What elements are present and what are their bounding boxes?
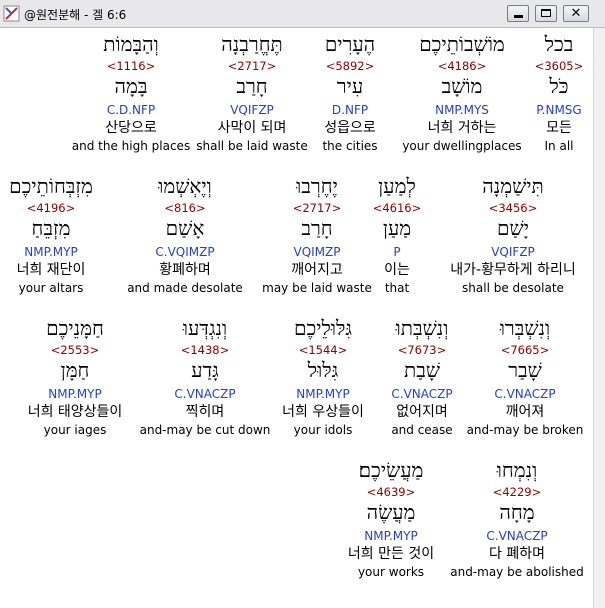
korean-gloss: 깨어지고 bbox=[291, 262, 343, 278]
strong-number[interactable]: <4196> bbox=[0, 201, 119, 215]
lemma: מַעֲשֶׂה bbox=[366, 500, 416, 524]
app-icon bbox=[3, 5, 20, 22]
maximize-button[interactable] bbox=[535, 5, 557, 22]
strong-number[interactable]: <4229> bbox=[449, 485, 585, 499]
english-gloss: and-may be abolished bbox=[450, 565, 584, 579]
english-gloss: your idols bbox=[293, 423, 353, 437]
hebrew-word: תִּישַׁמְנָה bbox=[482, 174, 544, 198]
word-cell[interactable]: וְנִמְחוּ <4229> מָחָה C.VNACZP 다 폐하며 and-may… bbox=[449, 458, 585, 582]
word-cell[interactable]: וְיֶאְשְׁמוּ <816> אָשַׁם C.VQIMZP 황폐하며 and m… bbox=[117, 174, 253, 298]
hebrew-word: יֶחֶרְבוּ bbox=[296, 174, 338, 198]
korean-gloss: 황폐하며 bbox=[159, 262, 211, 278]
word-cell[interactable]: מַעֲשֵׂיכֶם׃ <4639> מַעֲשֶׂה NMP.MYP 너희 만든 것… bbox=[323, 458, 459, 582]
lemma: מִזְבֵּחַ bbox=[31, 216, 71, 240]
analysis-panel: בכל <3605> כֹּל P.NMSG 모든 In all מוֹשְׁבוֹתֵיכ… bbox=[0, 28, 593, 608]
close-button[interactable]: ✕ bbox=[563, 5, 589, 22]
word-cell[interactable]: מִזְבְּחוֹתֵיכֶם <4196> מִזְבֵּחַ NMP.MYP 너희… bbox=[0, 174, 119, 298]
korean-gloss: 산당으로 bbox=[105, 120, 157, 136]
korean-gloss: 너희 태양상들이 bbox=[27, 404, 123, 420]
hebrew-word: וְיֶאְשְׁמוּ bbox=[158, 174, 212, 198]
korean-gloss: 내가-황무하게 하리니 bbox=[450, 262, 576, 278]
hebrew-word: חַמָּנֵיכֶם bbox=[46, 316, 104, 340]
word-cell[interactable]: חַמָּנֵיכֶם <2553> חַמָּן NMP.MYP 너희 태양상들이 yo… bbox=[7, 316, 143, 440]
strong-number[interactable]: <2553> bbox=[7, 343, 143, 357]
lemma: חַמָּן bbox=[60, 358, 90, 382]
strong-number[interactable]: <2717> bbox=[249, 201, 385, 215]
english-gloss: your works bbox=[357, 565, 425, 579]
strong-number[interactable]: <2717> bbox=[184, 59, 320, 73]
english-gloss: shall be desolate bbox=[462, 281, 564, 295]
korean-gloss: 찍히며 bbox=[185, 404, 225, 420]
morphology-code: C.VQIMZP bbox=[155, 245, 215, 259]
korean-gloss: 너희 만든 것이 bbox=[347, 546, 435, 562]
hebrew-word: תֶּחֱרַבְנָה bbox=[221, 32, 283, 56]
word-cell[interactable]: יֶחֶרְבוּ <2717> חָרַב VQIMZP 깨어지고 may be lai… bbox=[249, 174, 385, 298]
lemma: גִּלּוּל bbox=[307, 358, 339, 382]
hebrew-word: גִּלּוּלֵיכֶם bbox=[294, 316, 352, 340]
lemma: חָרַב bbox=[236, 74, 268, 98]
word-cell[interactable]: וְנִגְדְּעוּ <1438> גָּדַע C.VNACZP 찍히며 and-m… bbox=[137, 316, 273, 440]
english-gloss: and made desolate bbox=[127, 281, 243, 295]
morphology-code: NMP.MYP bbox=[364, 529, 418, 543]
english-gloss: shall be laid waste bbox=[196, 139, 308, 153]
lemma: חָרַב bbox=[301, 216, 333, 240]
title-bar: @원전분해 - 겔 6:6 ✕ bbox=[0, 0, 605, 28]
korean-gloss: 너희 재단이 bbox=[16, 262, 86, 278]
minimize-icon bbox=[514, 15, 523, 18]
minimize-button[interactable] bbox=[507, 5, 529, 22]
lemma: יָשַׁם bbox=[497, 216, 529, 240]
lemma: גָּדַע bbox=[191, 358, 219, 382]
morphology-code: NMP.MYP bbox=[24, 245, 78, 259]
english-gloss: and-may be cut down bbox=[139, 423, 271, 437]
word-cell[interactable]: תֶּחֱרַבְנָה <2717> חָרַב VQIFZP 사막이 되며 shall… bbox=[184, 32, 320, 156]
word-cell[interactable]: וְהַבָּמוֹת <1116> בָּמָה C.D.NFP 산당으로 and th… bbox=[63, 32, 199, 156]
morphology-code: NMP.MYP bbox=[296, 387, 350, 401]
english-gloss: your iages bbox=[43, 423, 107, 437]
strong-number[interactable]: <3456> bbox=[445, 201, 581, 215]
korean-gloss: 사막이 되며 bbox=[217, 120, 287, 136]
morphology-code: C.VNACZP bbox=[486, 529, 548, 543]
word-cell[interactable]: גִּלּוּלֵיכֶם <1544> גִּלּוּל NMP.MYP 너희 우상들… bbox=[255, 316, 391, 440]
english-gloss: and the high places bbox=[71, 139, 191, 153]
morphology-code: C.D.NFP bbox=[106, 103, 156, 117]
english-gloss: your altars bbox=[18, 281, 84, 295]
lemma: אָשַׁם bbox=[165, 216, 205, 240]
close-icon: ✕ bbox=[570, 6, 582, 21]
strong-number[interactable]: <1544> bbox=[255, 343, 391, 357]
lemma: מָחָה bbox=[499, 500, 535, 524]
korean-gloss: 다 폐하며 bbox=[489, 546, 545, 562]
strong-number[interactable]: <4639> bbox=[323, 485, 459, 499]
hebrew-word: וְהַבָּמוֹת bbox=[103, 32, 159, 56]
vertical-scrollbar[interactable] bbox=[593, 28, 605, 608]
strong-number[interactable]: <1116> bbox=[63, 59, 199, 73]
hebrew-word: וְנִמְחוּ bbox=[496, 458, 538, 482]
strong-number[interactable]: <1438> bbox=[137, 343, 273, 357]
morphology-code: C.VNACZP bbox=[174, 387, 236, 401]
morphology-code: VQIMZP bbox=[293, 245, 341, 259]
hebrew-word: מִזְבְּחוֹתֵיכֶם bbox=[9, 174, 93, 198]
morphology-code: VQIFZP bbox=[491, 245, 535, 259]
korean-gloss: 너희 우상들이 bbox=[282, 404, 364, 420]
strong-number[interactable]: <816> bbox=[117, 201, 253, 215]
morphology-code: NMP.MYP bbox=[48, 387, 102, 401]
window-title: @원전분해 - 겔 6:6 bbox=[24, 8, 127, 22]
maximize-icon bbox=[541, 9, 551, 17]
lemma: בָּמָה bbox=[114, 74, 148, 98]
hebrew-word: וְנִגְדְּעוּ bbox=[182, 316, 228, 340]
word-cell[interactable]: תִּישַׁמְנָה <3456> יָשַׁם VQIFZP 내가-황무하게 하리… bbox=[445, 174, 581, 298]
english-gloss: may be laid waste bbox=[262, 281, 372, 295]
morphology-code: VQIFZP bbox=[230, 103, 274, 117]
hebrew-word: מַעֲשֵׂיכֶם׃ bbox=[358, 458, 424, 482]
